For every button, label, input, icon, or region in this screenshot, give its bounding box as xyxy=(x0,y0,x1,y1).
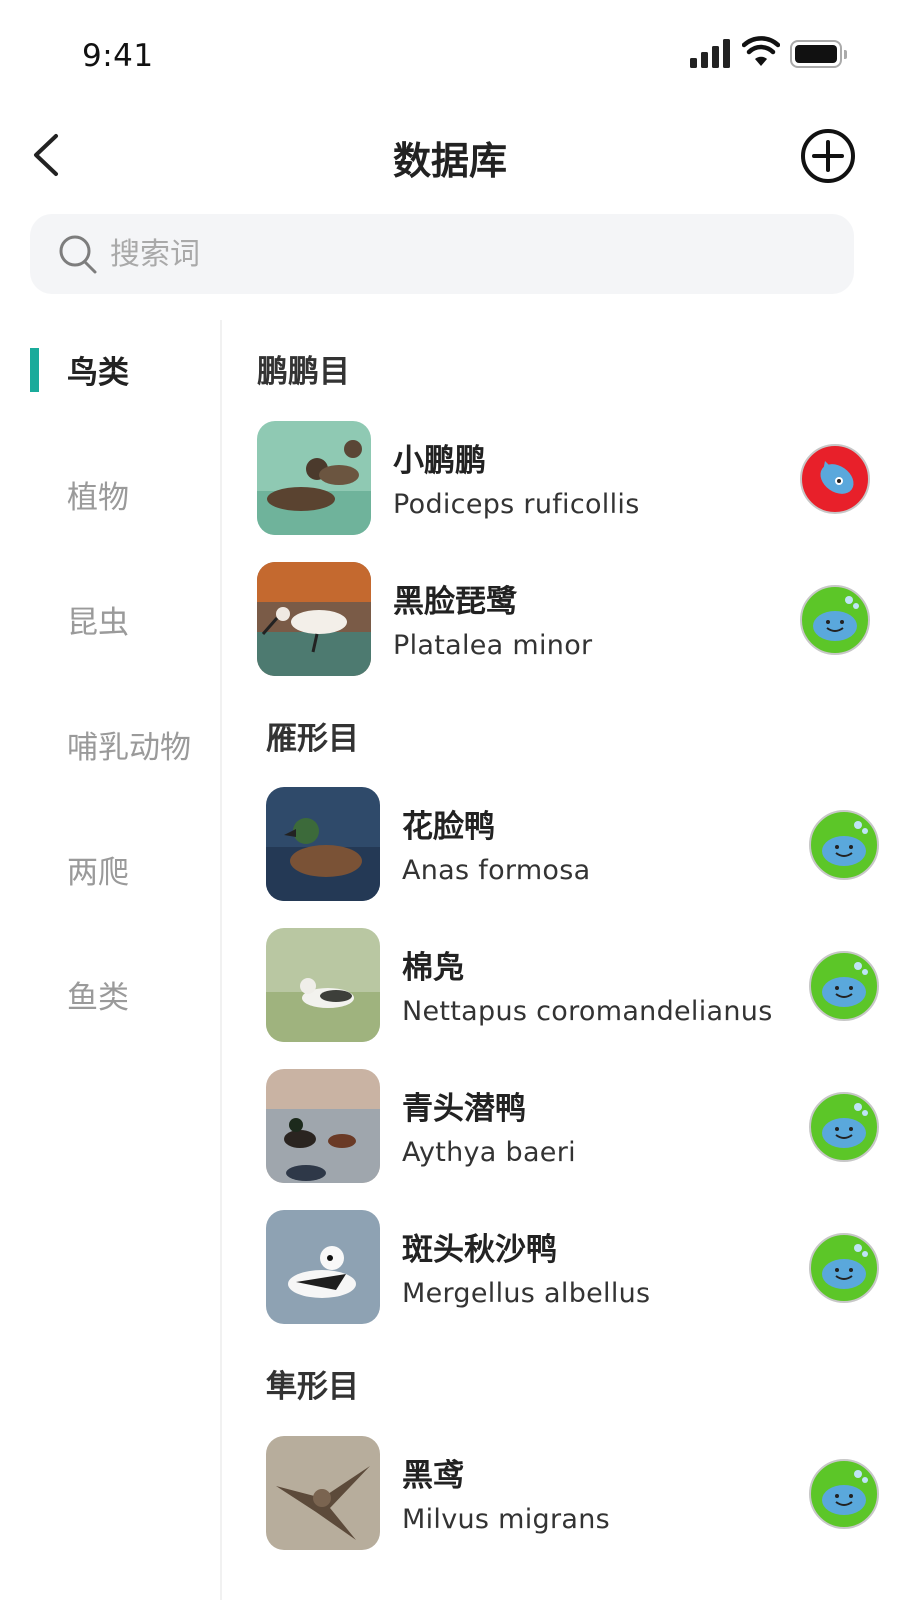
species-photo xyxy=(257,421,371,535)
species-photo xyxy=(266,787,380,901)
page-title: 数据库 xyxy=(392,139,507,183)
species-photo xyxy=(266,1436,380,1550)
category-label: 鸟类 xyxy=(67,355,129,391)
species-row[interactable]: 花脸鸭 Anas formosa xyxy=(266,787,900,903)
species-row[interactable]: 棉凫 Nettapus coromandelianus xyxy=(266,928,900,1044)
whale-badge-green-icon xyxy=(809,1092,879,1162)
species-photo xyxy=(266,1069,380,1183)
cellular-signal-icon xyxy=(690,38,732,68)
species-row[interactable]: 青头潜鸭 Aythya baeri xyxy=(266,1069,900,1185)
category-label: 鱼类 xyxy=(67,980,129,1016)
species-name: 小鹏鹏 xyxy=(393,443,486,479)
species-row[interactable]: 黑脸琵鹭 Platalea minor xyxy=(257,562,897,678)
species-name: 花脸鸭 xyxy=(402,809,495,845)
species-latin-name: Platalea minor xyxy=(393,630,593,661)
search-icon xyxy=(59,235,97,274)
species-latin-name: Aythya baeri xyxy=(402,1137,576,1168)
category-item-plants[interactable]: 植物 xyxy=(0,450,220,530)
whale-badge-green-icon xyxy=(809,951,879,1021)
dolphin-badge-red-icon xyxy=(800,444,870,514)
category-label: 昆虫 xyxy=(67,605,129,641)
search-input[interactable] xyxy=(110,214,830,294)
status-time: 9:41 xyxy=(82,38,154,74)
group-header: 雁形目 xyxy=(266,721,359,757)
species-latin-name: Anas formosa xyxy=(402,855,591,886)
status-bar: 9:41 xyxy=(0,0,900,100)
add-circle-icon[interactable] xyxy=(800,128,856,184)
species-name: 棉凫 xyxy=(402,950,464,986)
group-header: 鹏鹏目 xyxy=(257,354,350,390)
category-item-fish[interactable]: 鱼类 xyxy=(0,950,220,1030)
category-sidebar: 鸟类 植物 昆虫 哺乳动物 两爬 鱼类 xyxy=(0,320,222,1600)
species-row[interactable]: 黑鸢 Milvus migrans xyxy=(266,1436,900,1552)
species-latin-name: Nettapus coromandelianus xyxy=(402,996,773,1027)
whale-badge-green-icon xyxy=(809,810,879,880)
search-bar[interactable] xyxy=(30,214,854,294)
category-item-insects[interactable]: 昆虫 xyxy=(0,575,220,655)
group-header: 隼形目 xyxy=(266,1369,359,1405)
battery-icon xyxy=(790,40,847,68)
species-name: 青头潜鸭 xyxy=(402,1091,526,1127)
species-row[interactable]: 小鹏鹏 Podiceps ruficollis xyxy=(257,421,897,537)
category-item-herps[interactable]: 两爬 xyxy=(0,825,220,905)
active-indicator xyxy=(30,348,39,392)
category-label: 两爬 xyxy=(67,855,129,891)
species-name: 黑鸢 xyxy=(402,1458,464,1494)
whale-badge-green-icon xyxy=(800,585,870,655)
category-item-mammals[interactable]: 哺乳动物 xyxy=(0,700,220,780)
whale-badge-green-icon xyxy=(809,1459,879,1529)
species-latin-name: Podiceps ruficollis xyxy=(393,489,640,520)
species-latin-name: Mergellus albellus xyxy=(402,1278,651,1309)
species-photo xyxy=(266,928,380,1042)
category-label: 植物 xyxy=(67,480,129,516)
species-photo xyxy=(266,1210,380,1324)
species-row[interactable]: 斑头秋沙鸭 Mergellus albellus xyxy=(266,1210,900,1326)
category-label: 哺乳动物 xyxy=(67,730,191,766)
whale-badge-green-icon xyxy=(809,1233,879,1303)
wifi-icon xyxy=(742,36,780,66)
species-name: 斑头秋沙鸭 xyxy=(402,1232,557,1268)
species-latin-name: Milvus migrans xyxy=(402,1504,611,1535)
species-name: 黑脸琵鹭 xyxy=(393,584,517,620)
category-item-birds[interactable]: 鸟类 xyxy=(0,325,220,405)
species-photo xyxy=(257,562,371,676)
